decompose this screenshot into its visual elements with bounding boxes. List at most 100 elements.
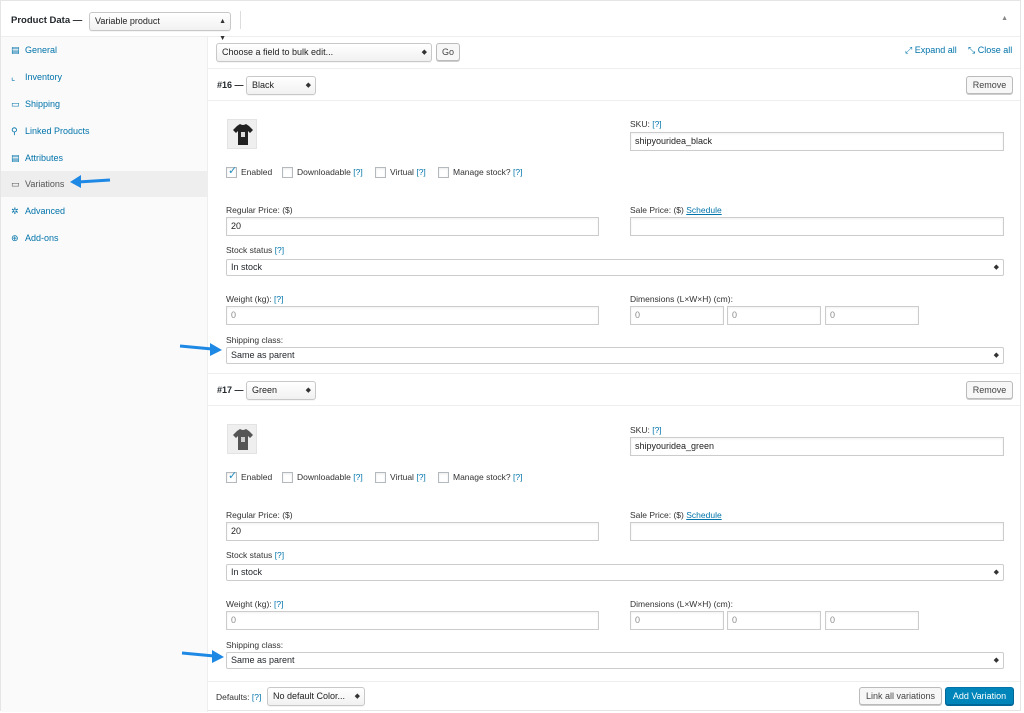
sidebar-item-general[interactable]: ▤ General — [1, 37, 207, 63]
length-input[interactable]: 0 — [630, 611, 724, 630]
weight-input[interactable]: 0 — [226, 611, 599, 630]
variation-number: #16 — — [217, 80, 244, 90]
shipping-class-select[interactable]: Same as parent ◆ — [226, 347, 1004, 364]
stock-status-label: Stock status [?] — [226, 550, 285, 560]
variation-attribute-select[interactable]: Black ◆ — [246, 76, 316, 95]
dimensions-label: Dimensions (L×W×H) (cm): — [630, 599, 733, 609]
collapse-toggle-icon[interactable]: ▲ — [1001, 15, 1008, 22]
variation-attribute-value: Black — [252, 80, 275, 90]
product-data-panel: Product Data — Variable product ▲ ▼ ▲ ▤ G… — [0, 0, 1021, 712]
annotation-arrow-icon — [70, 175, 111, 188]
select-arrows-icon: ◆ — [993, 569, 999, 576]
sidebar-item-label: Attributes — [25, 153, 64, 163]
sidebar-item-add-ons[interactable]: ⊕ Add-ons — [1, 225, 207, 251]
header-divider — [240, 11, 241, 29]
virtual-label: Virtual [?] — [390, 167, 426, 177]
sidebar-item-label: Linked Products — [25, 126, 90, 136]
shipping-class-select[interactable]: Same as parent ◆ — [226, 652, 1004, 669]
virtual-checkbox[interactable] — [375, 472, 386, 483]
length-input[interactable]: 0 — [630, 306, 724, 325]
regular-price-input[interactable]: 20 — [226, 217, 599, 236]
panel-title: Product Data — — [11, 15, 83, 26]
sku-input[interactable]: shipyouridea_black — [630, 132, 1004, 151]
variation-attribute-select[interactable]: Green ◆ — [246, 381, 316, 400]
link-icon: ⚲ — [11, 126, 18, 136]
shipping-class-label: Shipping class: — [226, 335, 284, 345]
manage-stock-checkbox[interactable] — [438, 472, 449, 483]
sku-label: SKU: [?] — [630, 425, 662, 435]
grid-icon: ▭ — [11, 179, 20, 189]
manage-stock-label: Manage stock? [?] — [453, 167, 523, 177]
height-input[interactable]: 0 — [825, 306, 919, 325]
variation-header[interactable]: #16 — Black ◆ Remove — [208, 69, 1020, 101]
annotation-arrow-icon — [179, 343, 222, 356]
sidebar-item-advanced[interactable]: ✲ Advanced — [1, 198, 207, 224]
add-variation-button[interactable]: Add Variation — [945, 687, 1014, 705]
weight-input[interactable]: 0 — [226, 306, 599, 325]
checkmark-icon: ✓ — [228, 470, 238, 482]
select-arrows-icon: ◆ — [993, 657, 999, 664]
variations-toolbar: Choose a field to bulk edit... ◆ Go ⤢ Ex… — [208, 37, 1020, 69]
width-input[interactable]: 0 — [727, 611, 821, 630]
expand-all-link[interactable]: ⤢ Expand all — [905, 45, 957, 56]
downloadable-checkbox[interactable] — [282, 472, 293, 483]
select-arrows-icon: ◆ — [305, 82, 311, 89]
link-all-variations-button[interactable]: Link all variations — [859, 687, 942, 705]
close-all-link[interactable]: ⤡ Close all — [968, 45, 1012, 56]
downloadable-checkbox[interactable] — [282, 167, 293, 178]
variation-header[interactable]: #17 — Green ◆ Remove — [208, 374, 1020, 406]
variation-number: #17 — — [217, 385, 244, 395]
height-input[interactable]: 0 — [825, 611, 919, 630]
remove-variation-button[interactable]: Remove — [966, 76, 1013, 94]
schedule-link[interactable]: Schedule — [686, 510, 721, 520]
expand-all-label: Expand all — [914, 45, 957, 55]
virtual-checkbox[interactable] — [375, 167, 386, 178]
annotation-arrow-icon — [181, 650, 224, 663]
sale-price-input[interactable] — [630, 217, 1004, 236]
width-input[interactable]: 0 — [727, 306, 821, 325]
sale-price-label: Sale Price: ($) Schedule — [630, 205, 722, 215]
shipping-class-value: Same as parent — [231, 350, 295, 360]
variation-image[interactable] — [227, 424, 257, 454]
sale-price-input[interactable] — [630, 522, 1004, 541]
variation-image[interactable] — [227, 119, 257, 149]
sidebar-item-linked-products[interactable]: ⚲ Linked Products — [1, 118, 207, 144]
enabled-checkbox[interactable]: ✓ — [226, 470, 238, 483]
remove-variation-button[interactable]: Remove — [966, 381, 1013, 399]
variation-attribute-value: Green — [252, 385, 278, 395]
downloadable-label: Downloadable [?] — [297, 472, 363, 482]
downloadable-label: Downloadable [?] — [297, 167, 363, 177]
close-all-label: Close all — [977, 45, 1013, 55]
product-type-select[interactable]: Variable product ▲ ▼ — [89, 12, 231, 42]
schedule-link[interactable]: Schedule — [686, 205, 721, 215]
stock-status-value: In stock — [231, 262, 263, 272]
sale-price-label: Sale Price: ($) Schedule — [630, 510, 722, 520]
regular-price-input[interactable]: 20 — [226, 522, 599, 541]
default-color-select[interactable]: No default Color... ◆ — [267, 687, 365, 706]
sidebar-item-label: Advanced — [25, 206, 66, 216]
stock-status-select[interactable]: In stock ◆ — [226, 564, 1004, 581]
default-color-value: No default Color... — [273, 691, 346, 701]
regular-price-label: Regular Price: ($) — [226, 510, 293, 520]
manage-stock-checkbox[interactable] — [438, 167, 449, 178]
enabled-checkbox[interactable]: ✓ — [226, 165, 237, 178]
panel-header: Product Data — Variable product ▲ ▼ ▲ — [1, 1, 1020, 42]
tshirt-gray-icon — [233, 429, 253, 450]
stock-status-select[interactable]: In stock ◆ — [226, 259, 1004, 276]
select-arrows-icon: ◆ — [993, 264, 999, 271]
product-data-tabs: ▤ General ⌞ Inventory ▭ Shipping ⚲ Linke… — [1, 37, 208, 712]
general-icon: ▤ — [11, 45, 20, 55]
sidebar-item-inventory[interactable]: ⌞ Inventory — [1, 64, 207, 90]
bulk-edit-value: Choose a field to bulk edit... — [222, 47, 334, 57]
sidebar-item-shipping[interactable]: ▭ Shipping — [1, 91, 207, 117]
sidebar-item-attributes[interactable]: ▤ Attributes — [1, 145, 207, 171]
bulk-edit-select[interactable]: Choose a field to bulk edit... ◆ — [216, 43, 432, 62]
shipping-class-value: Same as parent — [231, 655, 295, 665]
go-button[interactable]: Go — [436, 43, 460, 61]
dimensions-label: Dimensions (L×W×H) (cm): — [630, 294, 733, 304]
sidebar-item-label: Inventory — [25, 72, 63, 82]
shipping-icon: ▭ — [11, 99, 20, 109]
sidebar-item-label: Add-ons — [25, 233, 59, 243]
select-arrows-icon: ◆ — [421, 49, 427, 56]
sku-input[interactable]: shipyouridea_green — [630, 437, 1004, 456]
